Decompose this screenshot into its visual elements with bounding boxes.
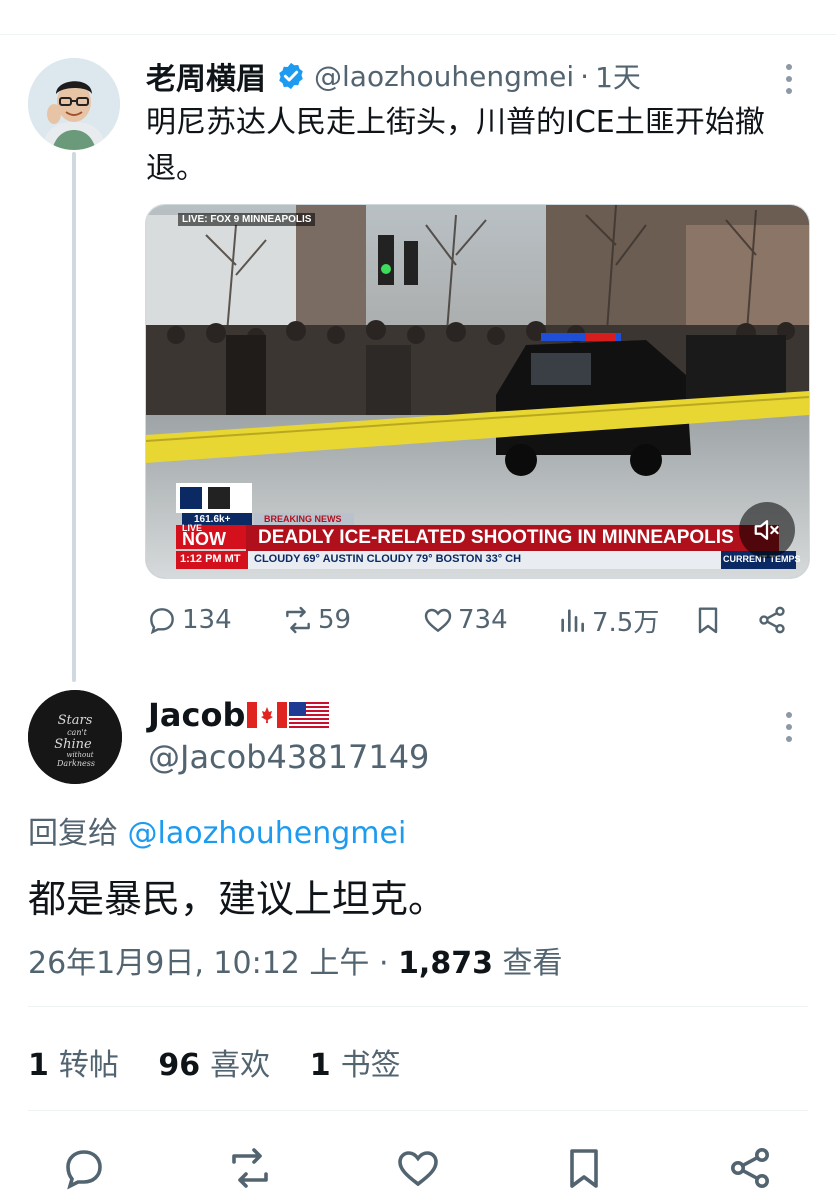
divider <box>28 1006 808 1007</box>
reposts-stat[interactable]: 1 转帖 <box>28 1048 119 1083</box>
bookmarks-label: 书签 <box>340 1048 401 1083</box>
bookmarks-count: 1 <box>309 1048 331 1083</box>
news-headline: DEADLY ICE-RELATED SHOOTING IN MINNEAPOL… <box>258 527 734 548</box>
reply-count: 134 <box>182 605 232 635</box>
like-button[interactable]: 734 <box>422 598 508 642</box>
breaking-label: BREAKING NEWS <box>264 514 342 524</box>
repost-count: 59 <box>318 605 352 635</box>
reply-author[interactable]: Jacob <box>148 696 330 734</box>
tweet-text: 都是暴民，建议上坦克。 <box>28 877 447 921</box>
mute-button[interactable] <box>739 502 795 558</box>
bookmark-button[interactable] <box>692 598 728 642</box>
avatar-text: Stars <box>58 713 93 728</box>
tweet-actions: 134 59 734 7.5万 <box>146 598 806 642</box>
top-divider <box>0 34 836 35</box>
replying-to: 回复给 @laozhouhengmei <box>28 808 406 852</box>
author-name: Jacob <box>148 696 246 734</box>
post-time[interactable]: 1天 <box>595 56 641 96</box>
reply-actions-bar <box>0 1140 836 1196</box>
like-count: 734 <box>458 605 508 635</box>
canada-flag-icon <box>247 702 288 728</box>
reply-icon <box>150 608 174 635</box>
author-name[interactable]: 老周横眉 <box>146 54 266 98</box>
reply-to-label: 回复给 <box>28 816 118 851</box>
tweet-meta: 26年1月9日, 10:12 上午 · 1,873 查看 <box>28 938 563 982</box>
live-bug: LIVE: FOX 9 MINNEAPOLIS <box>178 213 316 226</box>
speaker-muted-icon <box>754 520 779 540</box>
more-options-icon[interactable] <box>786 64 794 100</box>
reply-to-handle-link[interactable]: @laozhouhengmei <box>128 816 407 851</box>
tweet-text: 明尼苏达人民走上街头，川普的ICE土匪开始撤退。 <box>146 105 765 186</box>
likes-label: 喜欢 <box>210 1048 271 1083</box>
now-label: NOW <box>182 529 226 549</box>
divider <box>28 1110 808 1111</box>
usa-flag-icon <box>289 702 330 728</box>
reply-button[interactable]: 134 <box>146 598 232 642</box>
more-options-icon[interactable] <box>786 712 794 748</box>
repost-button[interactable]: 59 <box>282 598 351 642</box>
verified-badge-icon <box>279 62 303 90</box>
video-frame <box>146 205 809 578</box>
view-label: 查看 <box>502 946 563 981</box>
view-count: 7.5万 <box>592 607 660 638</box>
news-ticker: CLOUDY 69° AUSTIN CLOUDY 79° BOSTON 33° … <box>254 553 522 565</box>
bookmark-icon <box>698 607 718 634</box>
avatar-artwork: Stars can't Shine without Darkness <box>28 690 122 784</box>
avatar-text: Darkness <box>56 759 95 768</box>
bookmarks-stat[interactable]: 1 书签 <box>310 1048 401 1083</box>
reposts-count: 1 <box>28 1048 49 1083</box>
views-button[interactable]: 7.5万 <box>556 598 659 642</box>
separator-dot: · <box>580 59 590 93</box>
share-icon[interactable] <box>726 1144 774 1192</box>
share-button[interactable] <box>756 598 792 642</box>
news-clock: 1:12 PM MT <box>180 553 241 565</box>
bookmark-icon[interactable] <box>560 1144 608 1192</box>
heart-icon[interactable] <box>394 1144 442 1192</box>
avatar-text: Shine <box>54 737 92 752</box>
avatar-text: without <box>66 751 93 759</box>
view-count: 1,873 <box>398 946 493 981</box>
avatar-text: can't <box>67 728 88 737</box>
author-handle[interactable]: @laozhouhengmei <box>314 60 574 93</box>
author-handle[interactable]: @Jacob43817149 <box>148 738 429 776</box>
repost-icon <box>286 606 310 634</box>
heart-icon <box>424 608 452 633</box>
engagement-stats: 1 转帖 96 喜欢 1 书签 <box>28 1040 431 1084</box>
post-timestamp[interactable]: 26年1月9日, 10:12 上午 <box>28 946 369 981</box>
likes-count: 96 <box>158 1048 201 1083</box>
share-icon <box>759 606 785 634</box>
analytics-icon <box>561 609 584 632</box>
reply-icon[interactable] <box>60 1144 108 1192</box>
tweet-header: 老周横眉 @laozhouhengmei · 1天 <box>146 54 641 98</box>
thread-connector <box>72 152 76 682</box>
avatar[interactable] <box>28 58 120 150</box>
separator-dot: · <box>378 946 389 981</box>
repost-icon[interactable] <box>226 1144 274 1192</box>
reposts-label: 转帖 <box>58 1048 119 1083</box>
video-player[interactable]: LIVE: FOX 9 MINNEAPOLIS 161.6k+ BREAKING… <box>145 204 810 579</box>
likes-stat[interactable]: 96 喜欢 <box>158 1048 270 1083</box>
avatar[interactable]: Stars can't Shine without Darkness <box>28 690 122 784</box>
